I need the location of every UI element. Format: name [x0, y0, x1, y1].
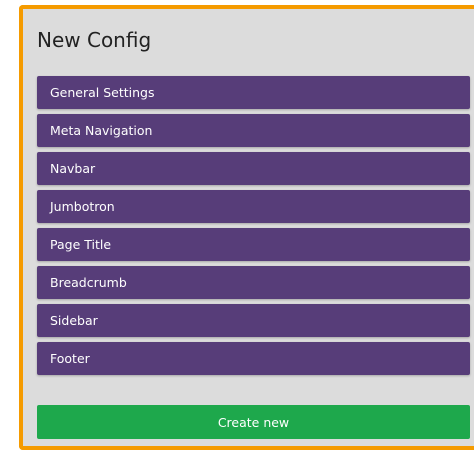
config-section-list: General Settings Meta Navigation Navbar …: [37, 76, 470, 380]
section-label: Jumbotron: [50, 199, 115, 214]
section-label: Sidebar: [50, 313, 98, 328]
section-sidebar[interactable]: Sidebar: [37, 304, 470, 337]
section-general-settings[interactable]: General Settings: [37, 76, 470, 109]
section-label: General Settings: [50, 85, 155, 100]
section-label: Breadcrumb: [50, 275, 127, 290]
section-label: Footer: [50, 351, 90, 366]
section-breadcrumb[interactable]: Breadcrumb: [37, 266, 470, 299]
section-label: Meta Navigation: [50, 123, 153, 138]
section-meta-navigation[interactable]: Meta Navigation: [37, 114, 470, 147]
section-navbar[interactable]: Navbar: [37, 152, 470, 185]
create-new-button[interactable]: Create new: [37, 405, 470, 439]
section-label: Page Title: [50, 237, 112, 252]
section-jumbotron[interactable]: Jumbotron: [37, 190, 470, 223]
new-config-panel: New Config General Settings Meta Navigat…: [19, 5, 474, 450]
section-label: Navbar: [50, 161, 96, 176]
page-title: New Config: [37, 28, 152, 52]
section-footer[interactable]: Footer: [37, 342, 470, 375]
section-page-title[interactable]: Page Title: [37, 228, 470, 261]
